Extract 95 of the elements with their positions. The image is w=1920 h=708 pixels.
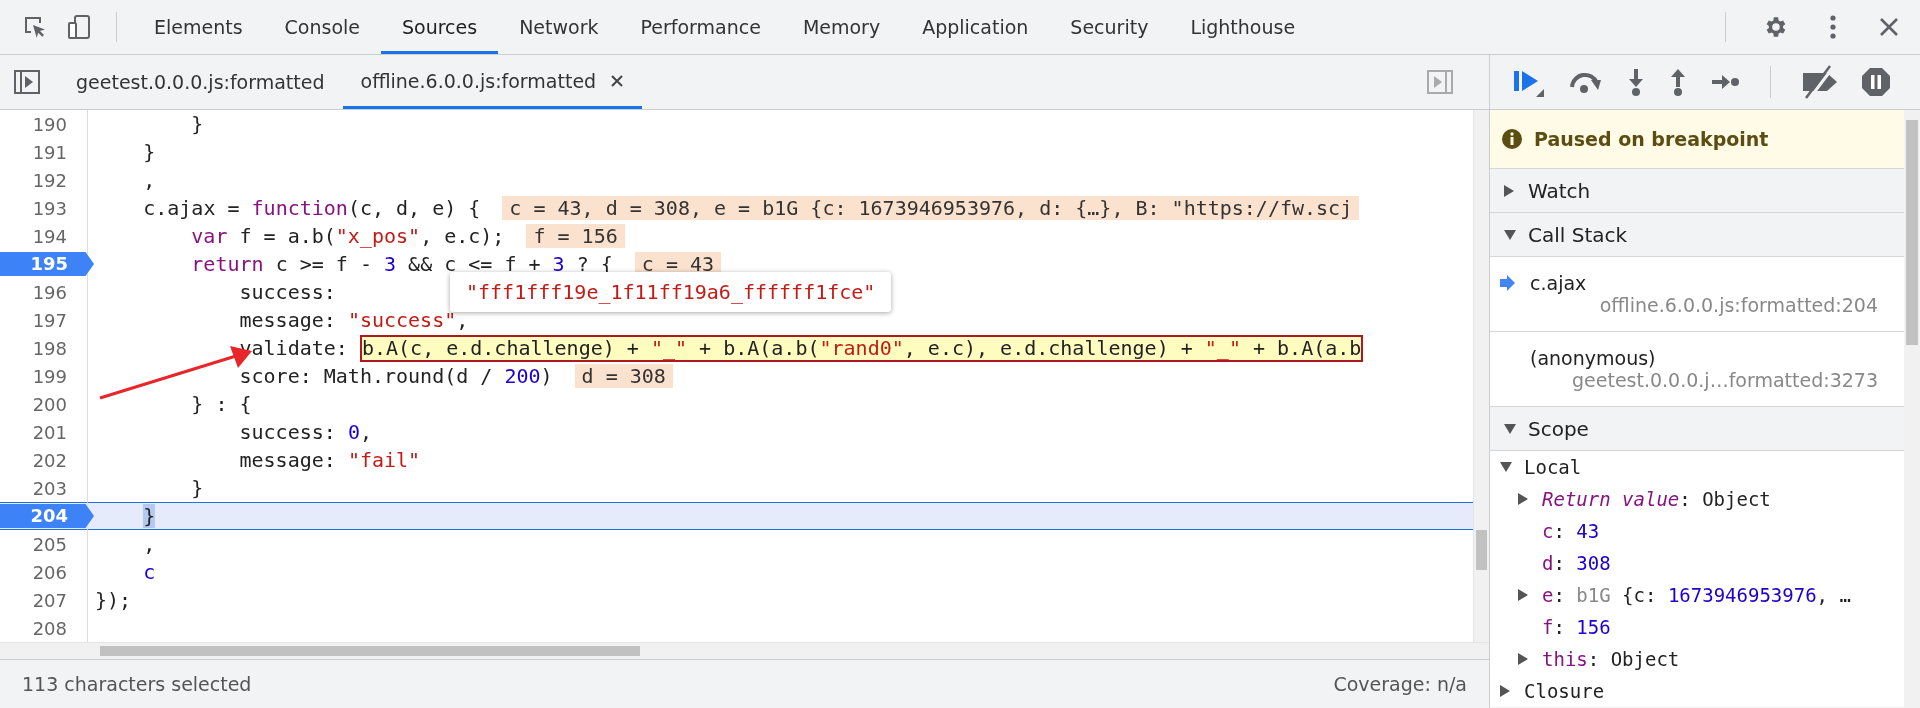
line-number: 205 (32, 533, 68, 555)
code-text: c.ajax = function(c, d, e) { (142, 196, 481, 220)
scope-variable: this: Object (1542, 648, 1680, 670)
coverage-status: Coverage: n/a (1333, 673, 1467, 695)
line-number: 208 (32, 617, 68, 639)
section-title[interactable]: Watch (1528, 178, 1591, 203)
panel-tab[interactable]: Application (901, 0, 1050, 54)
section-title[interactable]: Scope (1528, 416, 1589, 441)
code-text: , (142, 532, 156, 556)
code-text: c (142, 560, 156, 584)
expand-triangle-icon[interactable] (1500, 462, 1512, 472)
code-text: success: (238, 280, 336, 304)
code-text: var f = a.b("x_pos", e.c); (190, 224, 505, 248)
line-number: 191 (32, 141, 68, 163)
info-icon (1502, 129, 1522, 149)
expand-triangle-icon[interactable] (1504, 229, 1516, 240)
expand-triangle-icon[interactable] (1518, 589, 1528, 601)
line-number: 192 (32, 169, 68, 191)
pause-on-exceptions-icon[interactable] (1861, 67, 1891, 97)
expand-triangle-icon[interactable] (1500, 685, 1510, 697)
scope-group[interactable]: Local (1524, 456, 1582, 478)
scrollbar-thumb[interactable] (100, 646, 640, 656)
code-text: , (142, 168, 156, 192)
frame-location: geetest.0.0.0.j…formatted:3273 (1572, 369, 1878, 391)
scope-group[interactable]: Closure (1524, 680, 1605, 702)
expand-triangle-icon[interactable] (1504, 184, 1514, 197)
code-text: message: "fail" (238, 448, 421, 472)
file-tab[interactable]: offline.6.0.0.js:formatted (342, 55, 643, 109)
line-number: 200 (32, 393, 68, 415)
scrollbar-thumb[interactable] (1476, 530, 1487, 570)
panel-tab[interactable]: Security (1049, 0, 1170, 54)
line-number: 207 (32, 589, 68, 611)
inline-value: c = 43, d = 308, e = b1G {c: 1673946953976, d: {…}, B: "https://fw.scj (502, 196, 1360, 220)
scope-variable: c: 43 (1542, 520, 1600, 542)
line-number: 194 (32, 225, 68, 247)
current-frame-icon (1500, 275, 1516, 291)
line-number: 202 (32, 449, 68, 471)
paused-message: Paused on breakpoint (1534, 128, 1769, 150)
panel-tab[interactable]: Elements (133, 0, 264, 54)
inline-value: f = 156 (526, 224, 625, 248)
call-frame[interactable]: c.ajax offline.6.0.0.js:formatted:204 (1490, 257, 1904, 332)
code-text: score: Math.round(d / 200) (238, 364, 553, 388)
expand-triangle-icon[interactable] (1518, 493, 1528, 505)
step-out-icon[interactable] (1668, 67, 1688, 97)
line-number: 201 (32, 421, 68, 443)
step-into-icon[interactable] (1626, 67, 1646, 97)
line-number: 199 (32, 365, 68, 387)
code-text: } (142, 504, 156, 528)
section-title[interactable]: Call Stack (1528, 222, 1628, 247)
expand-triangle-icon[interactable] (1518, 653, 1528, 665)
navigator-toggle-icon[interactable] (14, 70, 40, 94)
inline-value: d = 308 (574, 364, 673, 388)
close-icon[interactable] (1878, 16, 1900, 38)
panel-tab[interactable]: Network (498, 0, 620, 54)
scope-variable: e: b1G {c: 1673946953976, … (1542, 584, 1851, 606)
panel-tab[interactable]: Console (263, 0, 381, 54)
more-menu-icon[interactable] (1828, 14, 1838, 40)
line-number: 196 (32, 281, 68, 303)
device-toolbar-icon[interactable] (66, 14, 92, 40)
close-icon[interactable] (610, 73, 625, 88)
selection-status: 113 characters selected (22, 673, 252, 695)
code-text: } (190, 112, 204, 136)
line-number: 203 (32, 477, 68, 499)
step-icon[interactable] (1710, 72, 1740, 92)
frame-name: c.ajax (1530, 272, 1587, 294)
scope-variable: d: 308 (1542, 552, 1611, 574)
line-number: 193 (32, 197, 68, 219)
code-text: }); (95, 588, 132, 612)
sidebar-toggle-icon[interactable] (1427, 70, 1453, 94)
panel-tab[interactable]: Memory (781, 0, 902, 54)
frame-name: (anonymous) (1529, 347, 1656, 369)
frame-location: offline.6.0.0.js:formatted:204 (1599, 294, 1878, 316)
panel-tab[interactable]: Lighthouse (1169, 0, 1317, 54)
line-number: 206 (32, 561, 68, 583)
deactivate-breakpoints-icon[interactable] (1801, 65, 1839, 99)
call-frame[interactable]: (anonymous) geetest.0.0.0.j…formatted:3273 (1490, 332, 1904, 407)
scope-variable: Return value: Object (1542, 488, 1771, 510)
code-text: validate: (238, 336, 349, 360)
line-number: 190 (32, 113, 68, 135)
scrollbar-thumb[interactable] (1906, 120, 1918, 345)
scope-variable: f: 156 (1542, 616, 1611, 638)
code-text: } (190, 476, 204, 500)
value-tooltip: "fff1fff19e_1f11ff19a6_ffffff1fce" (450, 272, 892, 312)
inspect-icon[interactable] (22, 14, 48, 40)
highlighted-expression: b.A(c, e.d.challenge) + "_" + b.A(a.b("rand0", e.c), e.d.challenge) + "_" + b.A(a.b (359, 334, 1364, 362)
code-text: } : { (190, 392, 252, 416)
code-text: success: 0, (238, 420, 372, 444)
breakpoint-marker[interactable]: 195 (0, 252, 94, 276)
line-number: 197 (32, 309, 68, 331)
expand-triangle-icon[interactable] (1504, 423, 1516, 434)
line-number: 198 (32, 337, 68, 359)
file-tab[interactable]: geetest.0.0.0.js:formatted (58, 55, 343, 109)
panel-tab[interactable]: Performance (619, 0, 782, 54)
breakpoint-marker[interactable]: 204 (0, 504, 94, 528)
code-text: } (142, 140, 156, 164)
